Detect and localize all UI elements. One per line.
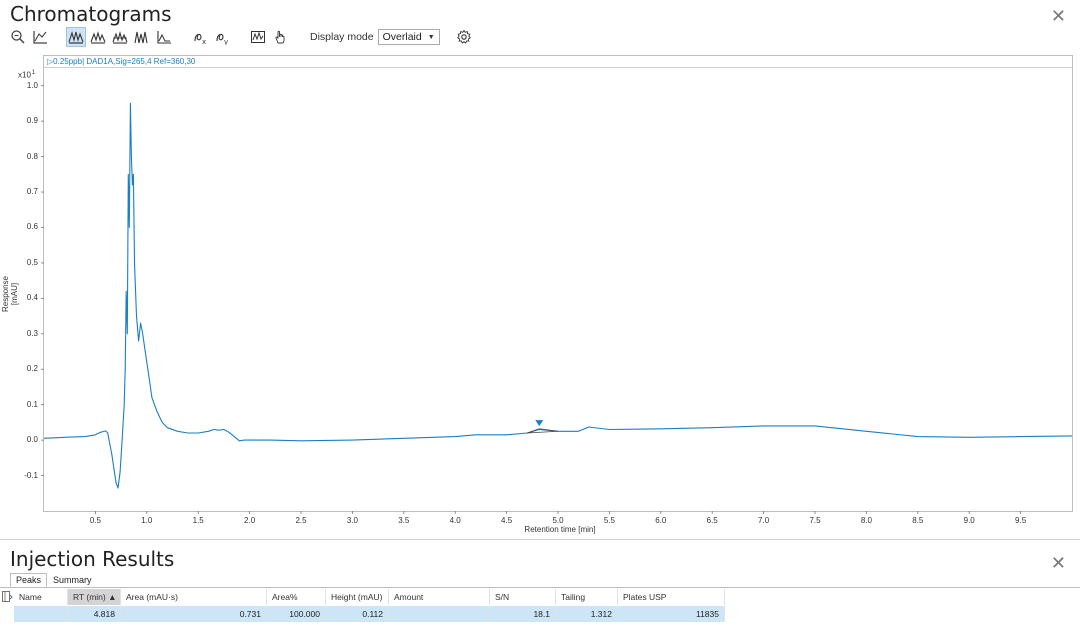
cell-sn: 18.1 <box>490 606 556 622</box>
col-sn[interactable]: S/N <box>490 589 556 605</box>
col-tailing[interactable]: Tailing <box>556 589 618 605</box>
cell-amount <box>389 606 490 622</box>
cell-area-pct: 100.000 <box>267 606 326 622</box>
cell-name <box>14 606 68 622</box>
cell-area: 0.731 <box>121 606 267 622</box>
tab-divider <box>0 587 1080 588</box>
cell-rt: 4.818 <box>68 606 121 622</box>
col-name[interactable]: Name <box>14 589 68 605</box>
col-amount[interactable]: Amount <box>389 589 490 605</box>
results-tabs: Peaks Summary <box>10 573 98 587</box>
tab-summary[interactable]: Summary <box>47 573 98 587</box>
peak-baseline <box>527 428 559 434</box>
close-results-icon[interactable]: ✕ <box>1051 553 1066 574</box>
cell-height: 0.112 <box>326 606 389 622</box>
column-chooser-icon[interactable] <box>2 590 13 602</box>
col-area[interactable]: Area (mAU·s) <box>121 589 267 605</box>
injection-results-title: Injection Results <box>10 547 175 571</box>
table-row[interactable]: 4.818 0.731 100.000 0.112 18.1 1.312 118… <box>14 606 725 622</box>
chromatogram-chart <box>41 85 1073 514</box>
peak-marker <box>535 420 544 427</box>
tab-peaks[interactable]: Peaks <box>10 573 48 587</box>
col-height[interactable]: Height (mAU) <box>326 589 389 605</box>
col-area-pct[interactable]: Area% <box>267 589 326 605</box>
col-plates[interactable]: Plates USP <box>618 589 725 605</box>
table-header: Name RT (min) ▲ Area (mAU·s) Area% Heigh… <box>14 589 725 605</box>
col-rt[interactable]: RT (min) ▲ <box>68 589 121 605</box>
cell-plates: 11835 <box>618 606 725 622</box>
chromatogram-trace-0 <box>43 102 1073 489</box>
chromatograms-panel: Chromatograms ✕ x y Display mode Overlai… <box>0 0 1080 540</box>
cell-tailing: 1.312 <box>556 606 618 622</box>
